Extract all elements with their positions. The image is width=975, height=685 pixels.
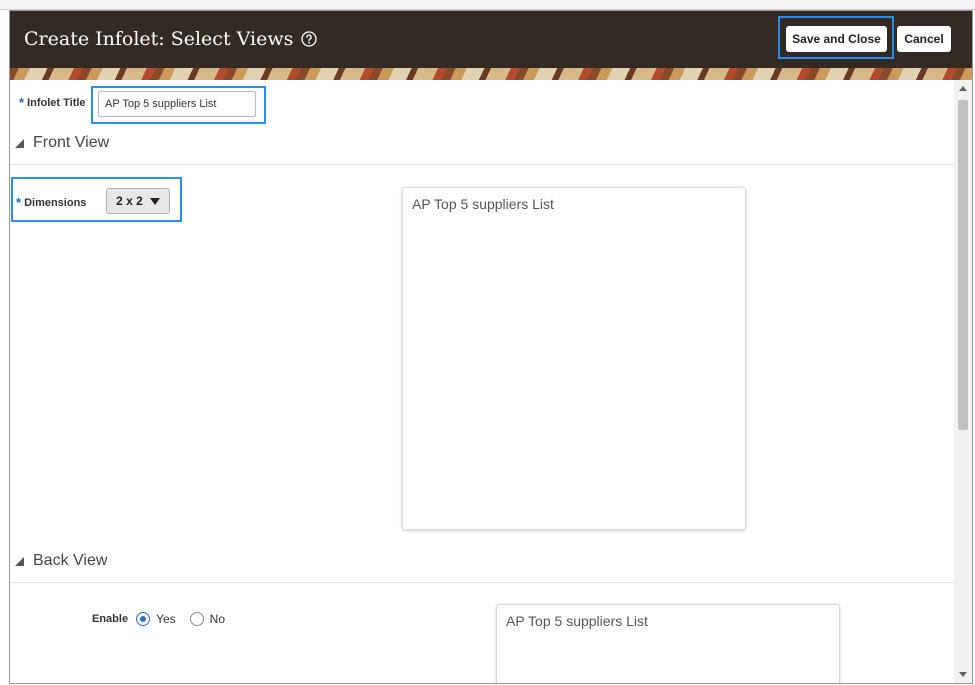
dimensions-value: 2 x 2 (116, 194, 143, 208)
save-and-close-button[interactable]: Save and Close (786, 26, 887, 52)
enable-radio-group: Enable Yes No (92, 612, 225, 626)
background-window-strip (0, 0, 975, 10)
cancel-button[interactable]: Cancel (897, 26, 951, 52)
decorative-banner (10, 68, 972, 80)
scrollbar-thumb[interactable] (958, 100, 968, 430)
back-view-preview: AP Top 5 suppliers List (496, 604, 840, 683)
back-preview-title: AP Top 5 suppliers List (506, 613, 648, 629)
dimensions-select[interactable]: 2 x 2 (106, 188, 170, 214)
scroll-up-arrow-icon[interactable] (959, 86, 967, 91)
required-indicator: * (16, 195, 22, 210)
enable-label: Enable (92, 613, 129, 625)
back-view-divider (10, 582, 954, 583)
front-view-divider (10, 164, 954, 165)
enable-yes-label: Yes (156, 612, 176, 626)
help-circle-icon[interactable] (301, 31, 317, 47)
front-view-preview: AP Top 5 suppliers List (402, 187, 746, 530)
back-view-header[interactable]: Back View (15, 552, 107, 570)
dialog-title-group: Create Infolet: Select Views (24, 28, 317, 50)
scroll-down-arrow-icon[interactable] (959, 672, 967, 677)
back-view-heading: Back View (33, 552, 108, 569)
vertical-scrollbar[interactable] (954, 80, 972, 683)
dimensions-label: Dimensions (24, 196, 87, 209)
front-preview-title: AP Top 5 suppliers List (412, 196, 554, 212)
collapse-triangle-icon (15, 556, 24, 566)
enable-no-radio[interactable] (189, 612, 204, 626)
dimensions-label-group: * Dimensions (16, 195, 86, 210)
enable-yes-radio[interactable] (136, 612, 151, 626)
front-view-heading: Front View (33, 134, 110, 151)
dialog-title: Create Infolet: Select Views (24, 28, 294, 50)
dialog-content: * Infolet Title Front View * Dimensions … (10, 80, 954, 683)
enable-no-label: No (209, 612, 225, 626)
dropdown-arrow-icon (149, 197, 160, 205)
infolet-title-label: Infolet Title (27, 96, 86, 109)
infolet-title-label-group: * Infolet Title (19, 95, 86, 110)
radio-selected-dot (140, 616, 147, 622)
collapse-triangle-icon (15, 138, 24, 148)
required-indicator: * (19, 95, 25, 110)
create-infolet-dialog: Create Infolet: Select Views Save and Cl… (9, 10, 973, 684)
infolet-title-input[interactable] (98, 91, 256, 117)
dialog-header: Create Infolet: Select Views Save and Cl… (10, 11, 972, 68)
front-view-header[interactable]: Front View (15, 134, 109, 152)
